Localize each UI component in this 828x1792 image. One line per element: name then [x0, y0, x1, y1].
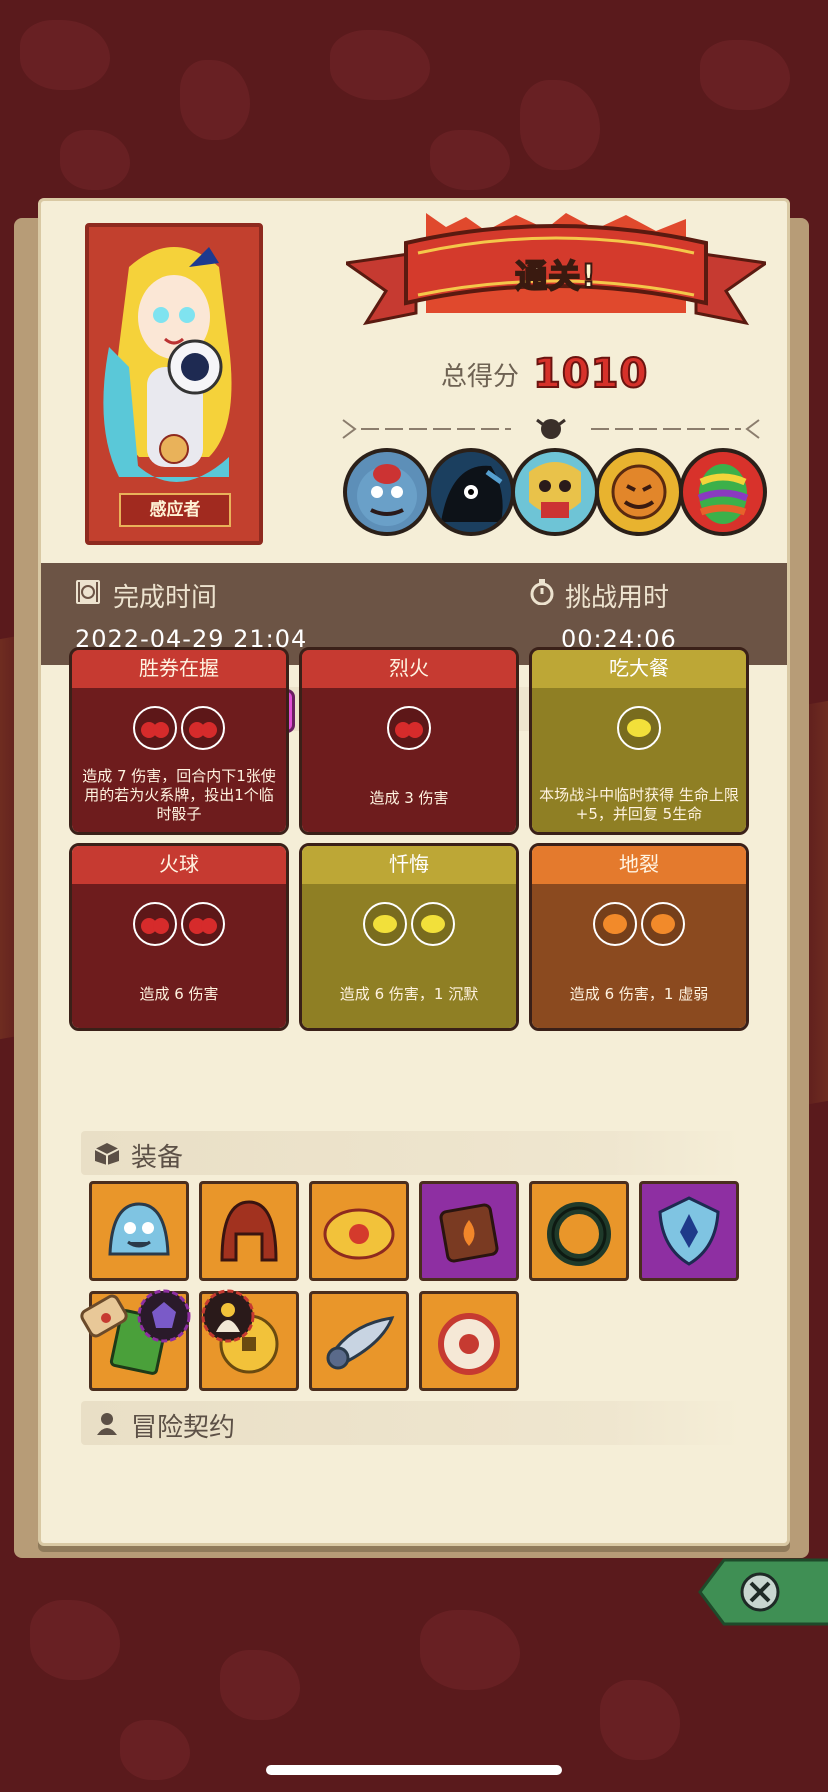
card-repent[interactable]: 忏悔 造成 6 伤害，1 沉默 [299, 843, 519, 1031]
cherry-die-icon [181, 902, 225, 946]
card-title: 烈火 [302, 650, 516, 688]
orange-die-icon [641, 902, 685, 946]
flower-bag-icon[interactable] [200, 1288, 256, 1344]
card-description: 造成 3 伤害 [369, 789, 449, 807]
boss-sun-pumpkin-icon[interactable] [595, 448, 683, 536]
completion-time-label: 完成时间 [113, 583, 218, 613]
card-description: 本场战斗中临时获得 生命上限+5，并回复 5生命 [539, 786, 739, 823]
cherry-die-icon [387, 706, 431, 750]
card-description: 造成 6 伤害 [139, 985, 219, 1003]
equipment-section-title: 装备 [131, 1143, 184, 1173]
boss-masked-warrior-icon[interactable] [511, 448, 599, 536]
dark-ring-icon[interactable] [529, 1181, 629, 1281]
challenge-time-label: 挑战用时 [565, 583, 670, 613]
cherry-die-icon [133, 706, 177, 750]
card-victory[interactable]: 胜券在握 造成 7 伤害，回合内下1张使用的若为火系牌，投出1个临时骰子 [69, 647, 289, 835]
silver-horn-icon[interactable] [309, 1291, 409, 1391]
banner-title: 通关! [514, 256, 597, 296]
card-feast[interactable]: 吃大餐 本场战斗中临时获得 生命上限+5，并回复 5生命 [529, 647, 749, 835]
score-value: 1010 [532, 350, 649, 398]
stopwatch-icon [530, 579, 554, 605]
clear-banner: 通关! [342, 213, 770, 331]
contract-section-title: 冒险契约 [131, 1413, 236, 1443]
contract-section-header: 冒险契约 [81, 1401, 741, 1445]
box-icon [94, 1143, 120, 1165]
lemon-die-icon [411, 902, 455, 946]
blue-slime-icon[interactable] [89, 1181, 189, 1281]
lemon-die-icon [363, 902, 407, 946]
card-title: 火球 [72, 846, 286, 884]
character-portrait[interactable]: 感应者 [85, 223, 263, 545]
boss-shadow-beast-icon[interactable] [427, 448, 515, 536]
person-icon [97, 1413, 117, 1435]
cherry-die-icon [133, 902, 177, 946]
red-hood-icon[interactable] [199, 1181, 299, 1281]
card-title: 地裂 [532, 846, 746, 884]
home-indicator[interactable] [266, 1765, 562, 1775]
score-row: 总得分 1010 [441, 350, 649, 398]
card-title: 忏悔 [302, 846, 516, 884]
card-earthquake[interactable]: 地裂 造成 6 伤害，1 虚弱 [529, 843, 749, 1031]
boss-divider [342, 418, 760, 439]
card-blaze[interactable]: 烈火 造成 3 伤害 [299, 647, 519, 835]
fire-book-icon[interactable] [419, 1181, 519, 1281]
boss-blue-monster-icon[interactable] [343, 448, 431, 536]
equipment-section-header: 装备 [81, 1131, 741, 1175]
card-description: 造成 7 伤害，回合内下1张使用的若为火系牌，投出1个临时骰子 [82, 767, 276, 823]
calendar-icon [76, 580, 100, 604]
defeated-bosses [343, 448, 767, 536]
card-description: 造成 6 伤害，1 虚弱 [569, 985, 709, 1003]
card-title: 胜券在握 [72, 650, 286, 688]
cherry-die-icon [181, 706, 225, 750]
orange-die-icon [593, 902, 637, 946]
score-label: 总得分 [441, 361, 520, 392]
blue-shield-icon[interactable] [639, 1181, 739, 1281]
character-name: 感应者 [119, 493, 231, 527]
card-fireball[interactable]: 火球 造成 6 伤害 [69, 843, 289, 1031]
lemon-die-icon [617, 706, 661, 750]
card-description: 造成 6 伤害，1 沉默 [339, 985, 479, 1003]
boss-rainbow-egg-icon[interactable] [679, 448, 767, 536]
scroll-icon[interactable] [76, 1288, 132, 1344]
close-button[interactable] [698, 1556, 828, 1628]
card-title: 吃大餐 [532, 650, 746, 688]
ornate-crown-icon[interactable] [309, 1181, 409, 1281]
red-medallion-icon[interactable] [419, 1291, 519, 1391]
purple-emblem-icon[interactable] [136, 1288, 192, 1344]
